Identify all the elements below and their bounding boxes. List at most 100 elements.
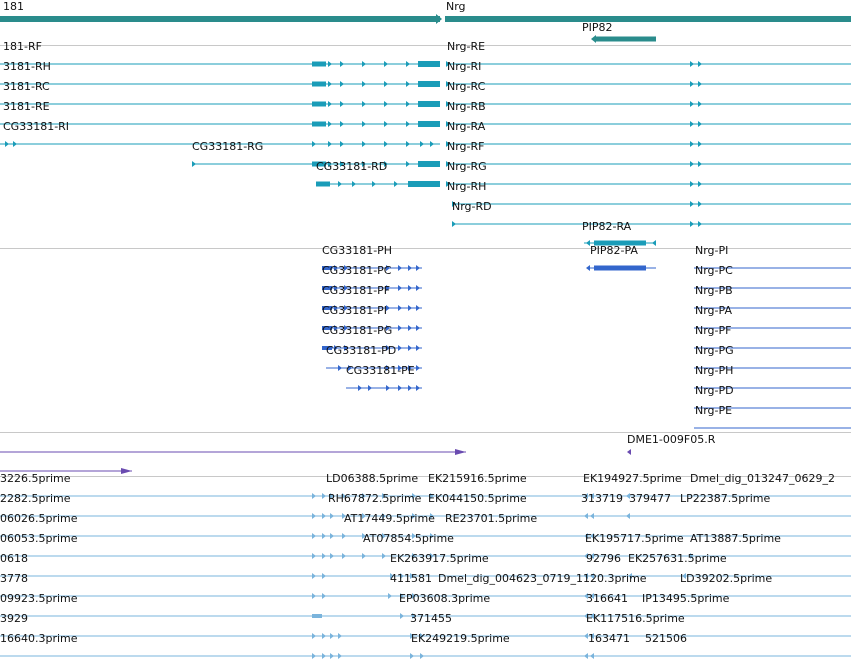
feature-label[interactable]: 3226.5prime bbox=[0, 472, 71, 485]
feature-label[interactable]: LD39202.5prime bbox=[680, 572, 772, 585]
feature-label[interactable]: CG33181-RI bbox=[3, 120, 69, 133]
strand-arrow-right bbox=[384, 121, 388, 127]
feature-label[interactable]: 16640.3prime bbox=[0, 632, 78, 645]
feature-label[interactable]: AT13887.5prime bbox=[690, 532, 781, 545]
feature-label[interactable]: PIP82-PA bbox=[590, 244, 638, 257]
probe-label[interactable]: DME1-009F05.R bbox=[627, 433, 715, 446]
feature-label[interactable]: EK257631.5prime bbox=[628, 552, 727, 565]
feature-label[interactable]: 3181-RH bbox=[3, 60, 51, 73]
exon-block[interactable] bbox=[408, 181, 440, 187]
feature-label[interactable]: IP13495.5prime bbox=[642, 592, 729, 605]
feature-label[interactable]: 92796 bbox=[586, 552, 621, 565]
feature-label[interactable]: Nrg-PD bbox=[695, 384, 734, 397]
exon-block[interactable] bbox=[312, 81, 326, 87]
feature-label[interactable]: EK117516.5prime bbox=[586, 612, 685, 625]
feature-label[interactable]: 371455 bbox=[410, 612, 452, 625]
feature-label[interactable]: EK044150.5prime bbox=[428, 492, 527, 505]
feature-label[interactable]: CG33181-PI bbox=[322, 304, 387, 317]
feature-label[interactable]: EK215916.5prime bbox=[428, 472, 527, 485]
exon-block[interactable] bbox=[594, 265, 646, 271]
feature-label[interactable]: AT17449.5prime bbox=[344, 512, 435, 525]
feature-label[interactable]: Nrg-RF bbox=[447, 140, 484, 153]
feature-label[interactable]: Nrg-PB bbox=[695, 284, 733, 297]
feature-label[interactable]: Nrg-PE bbox=[695, 404, 732, 417]
feature-label[interactable]: CG33181-RG bbox=[192, 140, 263, 153]
feature-label[interactable]: CG33181-PH bbox=[322, 244, 392, 257]
exon-block[interactable] bbox=[316, 181, 330, 187]
feature-label[interactable]: Nrg-RB bbox=[447, 100, 486, 113]
feature-label[interactable]: EK195717.5prime bbox=[585, 532, 684, 545]
strand-arrow-right bbox=[362, 141, 366, 147]
feature-label[interactable]: EK194927.5prime bbox=[583, 472, 682, 485]
strand-arrow-right bbox=[5, 141, 9, 147]
feature-label[interactable]: Nrg-RI bbox=[447, 60, 481, 73]
feature-label[interactable]: 0618 bbox=[0, 552, 28, 565]
feature-label[interactable]: Nrg-RH bbox=[447, 180, 486, 193]
gene-label[interactable]: 181 bbox=[3, 0, 24, 13]
feature-label[interactable]: RH67872.5prime bbox=[328, 492, 421, 505]
feature-label[interactable]: LP22387.5prime bbox=[680, 492, 770, 505]
exon-block[interactable] bbox=[312, 614, 322, 618]
feature-label[interactable]: 313719 bbox=[581, 492, 623, 505]
exon-block[interactable] bbox=[418, 101, 440, 107]
feature-label[interactable]: 2282.5prime bbox=[0, 492, 71, 505]
feature-label[interactable]: 411581 bbox=[390, 572, 432, 585]
feature-label[interactable]: Nrg-PI bbox=[695, 244, 728, 257]
feature-label[interactable]: CG33181-PF bbox=[322, 284, 390, 297]
feature-label[interactable]: Nrg-PC bbox=[695, 264, 733, 277]
feature-label[interactable]: 181-RF bbox=[3, 40, 42, 53]
feature-label[interactable]: AT07854.5prime bbox=[363, 532, 454, 545]
feature-label[interactable]: 3181-RE bbox=[3, 100, 50, 113]
feature-label[interactable]: 09923.5prime bbox=[0, 592, 78, 605]
feature-label[interactable]: 3778 bbox=[0, 572, 28, 585]
exon-block[interactable] bbox=[418, 121, 440, 127]
feature-label[interactable]: Dmel_dig_013247_0629_2 bbox=[690, 472, 835, 485]
feature-label[interactable]: Nrg-PH bbox=[695, 364, 733, 377]
strand-arrow-right bbox=[312, 593, 316, 599]
feature-label[interactable]: PIP82-RA bbox=[582, 220, 631, 233]
feature-label[interactable]: 379477 bbox=[629, 492, 671, 505]
feature-label[interactable]: Nrg-RA bbox=[447, 120, 485, 133]
feature-label[interactable]: Nrg-PG bbox=[695, 344, 734, 357]
feature-label[interactable]: Nrg-RD bbox=[452, 200, 492, 213]
exon-block[interactable] bbox=[418, 161, 440, 167]
feature-label[interactable]: EK263917.5prime bbox=[390, 552, 489, 565]
exon-block[interactable] bbox=[312, 121, 326, 127]
exon-block[interactable] bbox=[418, 81, 440, 87]
feature-label[interactable]: LD06388.5prime bbox=[326, 472, 418, 485]
gene-label[interactable]: Nrg bbox=[446, 0, 466, 13]
probe-end[interactable] bbox=[455, 449, 466, 455]
exon-block[interactable] bbox=[312, 61, 326, 67]
exon-block[interactable] bbox=[312, 101, 326, 107]
feature-label[interactable]: CG33181-PC bbox=[322, 264, 391, 277]
feature-label[interactable]: 3929 bbox=[0, 612, 28, 625]
feature-label[interactable]: Nrg-RG bbox=[447, 160, 487, 173]
feature-label[interactable]: Nrg-PF bbox=[695, 324, 731, 337]
feature-label[interactable]: EK249219.5prime bbox=[411, 632, 510, 645]
feature-label[interactable]: Nrg-RC bbox=[447, 80, 485, 93]
feature-label[interactable]: Nrg-RE bbox=[447, 40, 485, 53]
gene-Nrg[interactable] bbox=[445, 16, 851, 22]
strand-arrow-right bbox=[362, 61, 366, 67]
feature-label[interactable]: EP03608.3prime bbox=[399, 592, 490, 605]
feature-label[interactable]: 06026.5prime bbox=[0, 512, 78, 525]
feature-label[interactable]: 521506 bbox=[645, 632, 687, 645]
feature-label[interactable]: Nrg-PA bbox=[695, 304, 732, 317]
exon-block[interactable] bbox=[418, 61, 440, 67]
strand-arrow-right bbox=[388, 593, 392, 599]
feature-label[interactable]: RE23701.5prime bbox=[445, 512, 537, 525]
feature-label[interactable]: CG33181-PG bbox=[322, 324, 392, 337]
feature-label[interactable]: 06053.5prime bbox=[0, 532, 78, 545]
feature-label[interactable]: 316641 bbox=[586, 592, 628, 605]
feature-label[interactable]: CG33181-PE bbox=[346, 364, 415, 377]
gene-label[interactable]: PIP82 bbox=[582, 21, 613, 34]
feature-label[interactable]: Dmel_dig_004623_0719_1120.3prime bbox=[438, 572, 647, 585]
feature-label[interactable]: 163471 bbox=[588, 632, 630, 645]
genome-browser-track-view: 181 Nrg PIP82 181-RF 3181-RH 3181-RC 3181-RE CG… bbox=[0, 0, 851, 661]
feature-label[interactable]: CG33181-RD bbox=[316, 160, 387, 173]
probe-end[interactable] bbox=[121, 468, 132, 474]
feature-label[interactable]: 3181-RC bbox=[3, 80, 50, 93]
gene-PIP82[interactable] bbox=[596, 36, 656, 42]
gene-CG33181[interactable] bbox=[0, 16, 440, 22]
feature-label[interactable]: CG33181-PD bbox=[326, 344, 396, 357]
